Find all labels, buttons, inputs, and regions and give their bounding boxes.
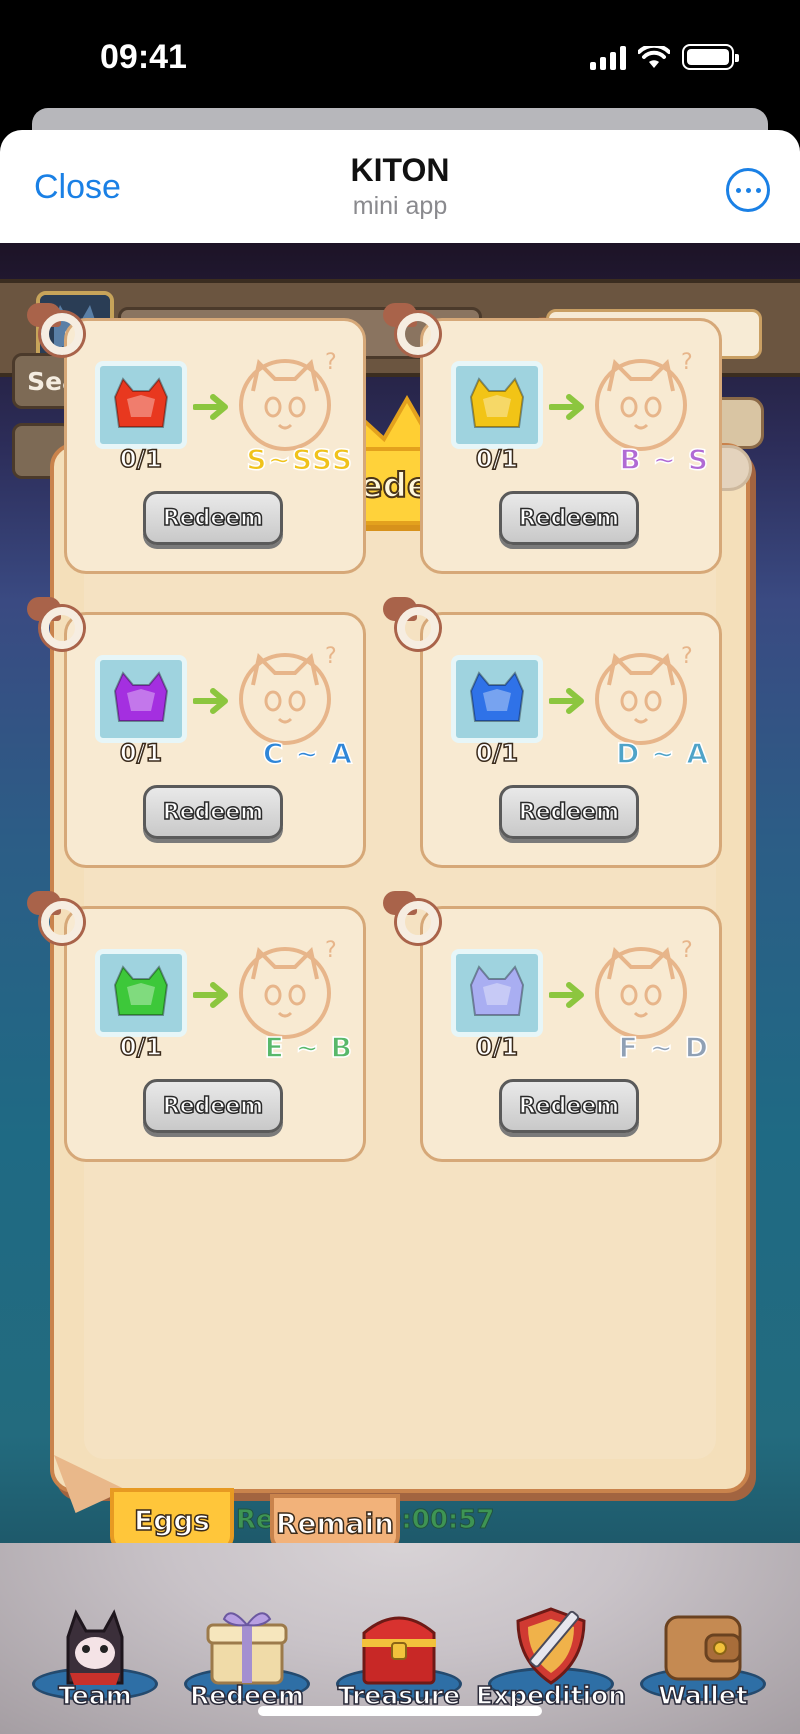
redeem-button-label: Redeem [162,1093,264,1120]
pin-ring [397,313,439,355]
arrow-right-icon [193,688,228,714]
gem-slot [451,949,543,1037]
rank-range: S~SSS [246,442,353,477]
redeem-button[interactable]: Redeem [499,491,639,545]
nav-treasure[interactable]: Treasure [324,1603,474,1723]
pin-ring [41,901,83,943]
rank-range: C ~ A [262,736,353,771]
gem-slot [95,361,187,449]
mystery-cat-icon: ? [595,350,693,451]
redeem-button[interactable]: Redeem [143,1079,283,1133]
gem-count: 0/1 [119,738,163,768]
redeem-button-label: Redeem [162,799,264,826]
blue-cat-gem-icon [469,671,525,722]
nav-wallet-label: Wallet [657,1680,748,1711]
pin-ring [397,607,439,649]
gem-slot [95,655,187,743]
nav-team[interactable]: Team [20,1603,170,1723]
gem-count: 0/1 [475,1032,519,1062]
redeem-button-label: Redeem [518,1093,620,1120]
shield-sword-icon [516,1607,586,1685]
more-options-icon[interactable] [726,168,770,212]
arrow-right-icon [193,394,228,420]
rank-range: B ~ S [619,442,709,477]
status-time: 09:41 [100,38,187,76]
app-title: KITON [350,152,450,188]
purple-cat-gem-icon [113,671,169,722]
arrow-right-icon [193,982,228,1008]
game-viewport: Ivan 0 Season Redeem ✕ [0,243,800,1734]
redeem-button[interactable]: Redeem [499,1079,639,1133]
nav-team-label: Team [57,1680,132,1711]
gem-slot [95,949,187,1037]
redeem-card: 0/1 ? F ~ D Redeem [383,891,722,1162]
home-indicator [258,1706,542,1716]
redeem-modal: Redeem ✕ 0/1 ? [27,303,752,1513]
arrow-right-icon [549,982,584,1008]
svg-text:?: ? [325,350,337,375]
redeem-card: 0/1 ? S~SSS Redeem [27,303,366,574]
redeem-card: 0/1 ? E ~ B Redeem [27,891,366,1162]
mystery-cat-icon: ? [239,938,337,1039]
red-cat-gem-icon [113,377,169,428]
redeem-button[interactable]: Redeem [143,491,283,545]
team-cat-icon [66,1609,124,1685]
pin-ring [41,607,83,649]
arrow-right-icon [549,688,584,714]
app-subtitle: mini app [352,192,448,220]
redeem-button-label: Redeem [518,799,620,826]
nav-wallet[interactable]: Wallet [628,1603,778,1723]
gem-slot [451,655,543,743]
redeem-card: 0/1 ? D ~ A Redeem [383,597,722,868]
gem-slot [451,361,543,449]
mystery-cat-icon: ? [239,350,337,451]
cellular-signal-icon [590,46,626,70]
green-cat-gem-icon [113,965,169,1016]
nav-redeem[interactable]: Redeem [172,1603,322,1723]
gift-box-icon [206,1612,288,1685]
lavender-cat-gem-icon [469,965,525,1016]
wallet-icon [664,1615,742,1681]
redeem-card: 0/1 ? B ~ S Redeem [383,303,722,574]
svg-text:?: ? [681,644,693,669]
eggs-tab-label: Eggs [133,1503,210,1538]
mystery-cat-icon: ? [239,644,337,745]
rank-range: D ~ A [615,736,709,771]
arrow-right-icon [549,394,584,420]
svg-text:?: ? [325,644,337,669]
mystery-cat-icon: ? [595,644,693,745]
redeem-button-label: Redeem [518,505,620,532]
svg-text:?: ? [325,938,337,963]
mystery-cat-icon: ? [595,938,693,1039]
status-bar: 09:41 [0,0,800,110]
rank-range: E ~ B [264,1030,353,1065]
gem-count: 0/1 [119,1032,163,1062]
svg-text:?: ? [681,938,693,963]
wifi-icon [638,46,670,68]
mini-app-header: Close KITON mini app [0,130,800,243]
redeem-button-label: Redeem [162,505,264,532]
redeem-button[interactable]: Redeem [499,785,639,839]
battery-icon [682,44,739,70]
treasure-chest-icon [362,1616,436,1685]
pin-ring [397,901,439,943]
rank-range: F ~ D [618,1030,709,1065]
status-icons [590,44,739,70]
gem-count: 0/1 [475,444,519,474]
yellow-cat-gem-icon [469,377,525,428]
nav-expedition[interactable]: Expedition [475,1603,627,1723]
remain-tab-label: Remain [275,1506,395,1541]
svg-text:?: ? [681,350,693,375]
gem-count: 0/1 [475,738,519,768]
redeem-card: 0/1 ? C ~ A Redeem [27,597,366,868]
redeem-button[interactable]: Redeem [143,785,283,839]
gem-count: 0/1 [119,444,163,474]
pin-ring [41,313,83,355]
